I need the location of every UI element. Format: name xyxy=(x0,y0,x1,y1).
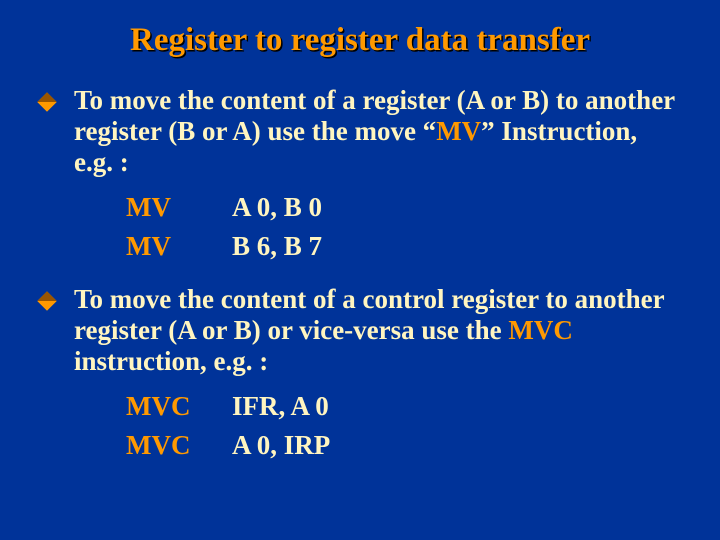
code-row: MVC A 0, IRP xyxy=(126,430,680,461)
mnemonic: MV xyxy=(126,192,232,223)
bullet-2-pre: To move the content of a control registe… xyxy=(74,284,664,345)
code-row: MVC IFR, A 0 xyxy=(126,391,680,422)
mnemonic: MVC xyxy=(126,391,232,422)
bullet-icon xyxy=(37,291,57,311)
mnemonic: MV xyxy=(126,231,232,262)
bullet-2-text: To move the content of a control registe… xyxy=(74,284,680,377)
code-block-1: MV A 0, B 0 MV B 6, B 7 xyxy=(126,192,680,262)
bullet-icon xyxy=(37,92,57,112)
slide-title: Register to register data transfer xyxy=(40,22,680,59)
code-row: MV A 0, B 0 xyxy=(126,192,680,223)
bullet-1-hl: MV xyxy=(436,116,481,146)
slide: Register to register data transfer To mo… xyxy=(0,0,720,540)
operands: B 6, B 7 xyxy=(232,231,322,262)
bullet-2-hl: MVC xyxy=(508,315,572,345)
bullet-1-text: To move the content of a register (A or … xyxy=(74,85,680,178)
code-row: MV B 6, B 7 xyxy=(126,231,680,262)
operands: IFR, A 0 xyxy=(232,391,329,422)
bullet-1: To move the content of a register (A or … xyxy=(40,85,680,178)
bullet-2: To move the content of a control registe… xyxy=(40,284,680,377)
bullet-2-post: instruction, e.g. : xyxy=(74,346,268,376)
mnemonic: MVC xyxy=(126,430,232,461)
operands: A 0, B 0 xyxy=(232,192,322,223)
code-block-2: MVC IFR, A 0 MVC A 0, IRP xyxy=(126,391,680,461)
operands: A 0, IRP xyxy=(232,430,330,461)
